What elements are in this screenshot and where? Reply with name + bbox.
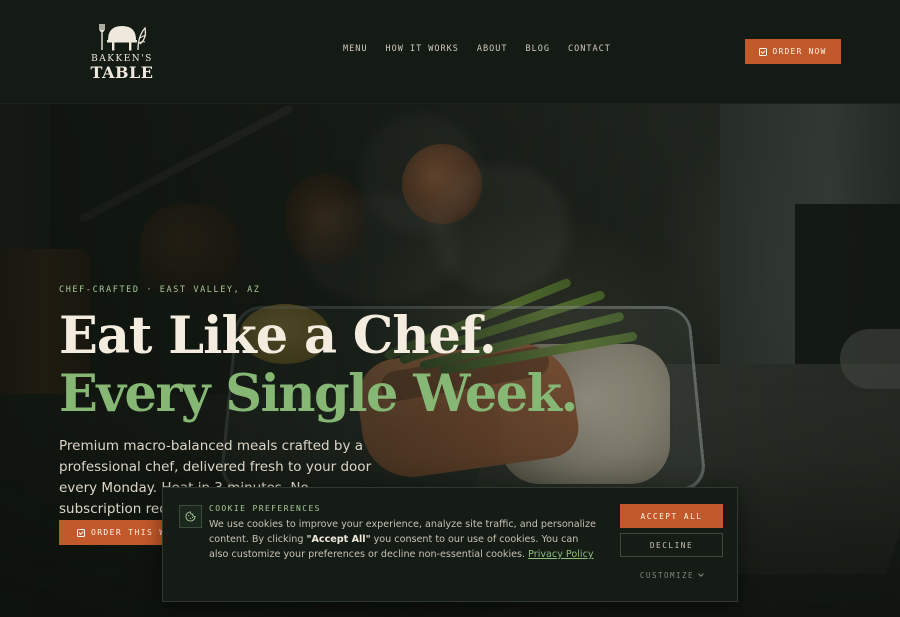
customize-button[interactable]: CUSTOMIZE	[620, 568, 723, 582]
hero-headline-line2: Every Single Week.	[59, 364, 578, 424]
customize-label: CUSTOMIZE	[639, 570, 695, 580]
cookie-consent-banner: COOKIE PREFERENCES We use cookies to imp…	[162, 487, 738, 602]
bag-check-icon	[759, 47, 768, 56]
cookie-title: COOKIE PREFERENCES	[209, 504, 321, 513]
accept-all-emphasis: "Accept All"	[306, 534, 371, 545]
nav-item-contact[interactable]: CONTACT	[568, 44, 611, 54]
main-nav: MENU HOW IT WORKS ABOUT BLOG CONTACT	[343, 44, 629, 54]
logo-emblem-icon	[99, 24, 147, 51]
site-header: BAKKEN'S TABLE MENU HOW IT WORKS ABOUT B…	[0, 0, 900, 104]
decline-button[interactable]: DECLINE	[620, 533, 723, 557]
brand-logo[interactable]: BAKKEN'S TABLE	[86, 22, 158, 82]
accept-all-button[interactable]: ACCEPT ALL	[620, 504, 723, 528]
order-now-label: ORDER NOW	[772, 47, 827, 56]
privacy-policy-link[interactable]: Privacy Policy	[528, 549, 593, 560]
cookie-description: We use cookies to improve your experienc…	[209, 519, 596, 560]
hero-headline-line1: Eat Like a Chef.	[59, 306, 497, 366]
chevron-down-icon	[698, 570, 704, 577]
nav-item-blog[interactable]: BLOG	[526, 44, 550, 54]
nav-item-menu[interactable]: MENU	[343, 44, 367, 54]
nav-item-about[interactable]: ABOUT	[477, 44, 508, 54]
brand-name-big: TABLE	[90, 63, 154, 82]
hero-eyebrow: CHEF-CRAFTED · EAST VALLEY, AZ	[59, 285, 261, 295]
order-now-button[interactable]: ORDER NOW	[745, 39, 841, 64]
cookie-icon	[179, 505, 202, 528]
bag-check-icon	[77, 528, 85, 537]
nav-item-how-it-works[interactable]: HOW IT WORKS	[385, 44, 458, 54]
